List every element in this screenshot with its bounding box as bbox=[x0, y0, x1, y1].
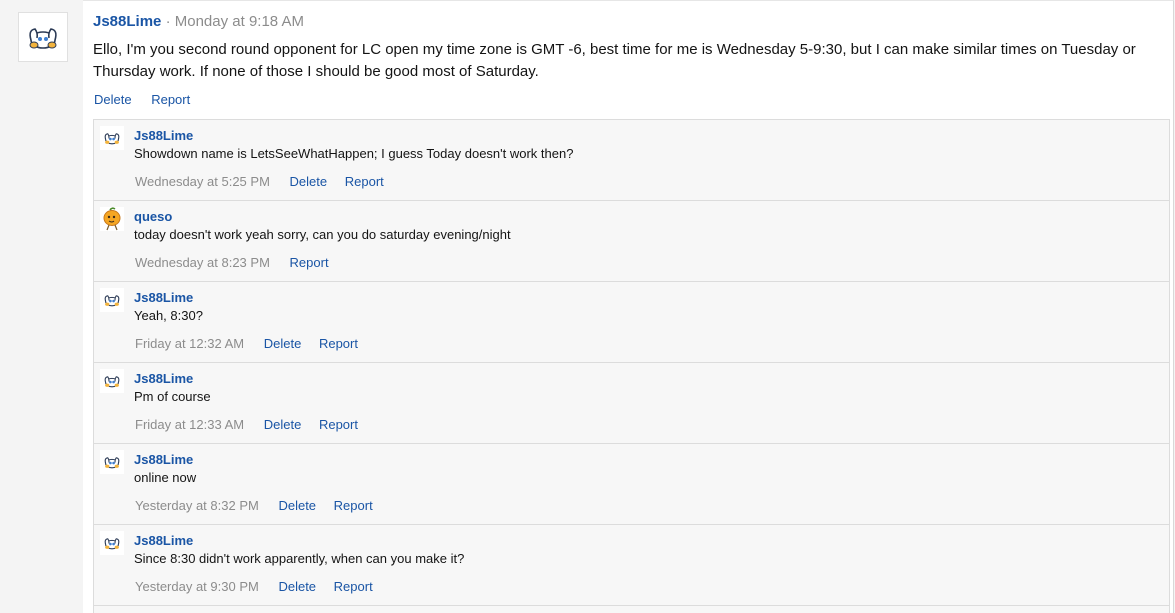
comment-text: online now bbox=[134, 470, 197, 485]
post-report-link[interactable]: Report bbox=[151, 92, 190, 107]
comment-meta: Friday at 12:33 AM Delete Report bbox=[135, 417, 372, 432]
comment-timestamp[interactable]: Friday at 12:32 AM bbox=[135, 336, 244, 351]
comment-username[interactable]: Js88Lime bbox=[134, 452, 193, 467]
comment-timestamp[interactable]: Friday at 12:33 AM bbox=[135, 417, 244, 432]
comment-username[interactable]: Js88Lime bbox=[134, 371, 193, 386]
comment-avatar[interactable] bbox=[100, 450, 124, 474]
comment-avatar[interactable] bbox=[100, 126, 124, 150]
comment-report-link[interactable]: Report bbox=[319, 336, 358, 351]
post-timestamp[interactable]: Monday at 9:18 AM bbox=[175, 13, 304, 30]
comment-meta: Friday at 12:32 AM Delete Report bbox=[135, 336, 372, 351]
comment-text: Yeah, 8:30? bbox=[134, 308, 203, 323]
comment-avatar[interactable] bbox=[100, 369, 124, 393]
comment-report-link[interactable]: Report bbox=[334, 498, 373, 513]
comment-report-link[interactable]: Report bbox=[334, 579, 373, 594]
post-body-text: Ello, I'm you second round opponent for … bbox=[93, 41, 1136, 80]
header-separator: · bbox=[165, 13, 171, 30]
comment-username[interactable]: queso bbox=[134, 209, 172, 224]
cartoon-creature-avatar-icon bbox=[104, 133, 120, 145]
comment-timestamp[interactable]: Wednesday at 8:23 PM bbox=[135, 255, 270, 270]
post-author-username[interactable]: Js88Lime bbox=[93, 13, 161, 30]
comment-timestamp[interactable]: Yesterday at 9:30 PM bbox=[135, 579, 259, 594]
comment-username[interactable]: Js88Lime bbox=[134, 128, 193, 143]
comment-delete-link[interactable]: Delete bbox=[290, 174, 328, 189]
comment-timestamp[interactable]: Wednesday at 5:25 PM bbox=[135, 174, 270, 189]
comment-report-link[interactable]: Report bbox=[319, 417, 358, 432]
comment-username[interactable]: Js88Lime bbox=[134, 290, 193, 305]
post-header: Js88Lime · Monday at 9:18 AM bbox=[93, 13, 304, 30]
comment-item: queso today doesn't work yeah sorry, can… bbox=[94, 201, 1169, 282]
comment-avatar[interactable] bbox=[100, 288, 124, 312]
orange-creature-avatar-icon bbox=[103, 207, 121, 231]
comment-text: Showdown name is LetsSeeWhatHappen; I gu… bbox=[134, 146, 574, 161]
comment-item: Js88Lime Since 8:30 didn't work apparent… bbox=[94, 525, 1169, 606]
cartoon-creature-avatar-icon bbox=[104, 376, 120, 388]
comment-username[interactable]: Js88Lime bbox=[134, 533, 193, 548]
comment-delete-link[interactable]: Delete bbox=[264, 336, 302, 351]
post-actions: Delete Report bbox=[94, 92, 206, 107]
comment-meta: Wednesday at 8:23 PM Report bbox=[135, 255, 343, 270]
left-gutter bbox=[0, 0, 83, 612]
comment-delete-link[interactable]: Delete bbox=[278, 498, 316, 513]
comment-delete-link[interactable]: Delete bbox=[264, 417, 302, 432]
cartoon-creature-avatar-icon bbox=[104, 538, 120, 550]
comment-item: Js88Lime Showdown name is LetsSeeWhatHap… bbox=[94, 120, 1169, 201]
comment-timestamp[interactable]: Yesterday at 8:32 PM bbox=[135, 498, 259, 513]
comment-list: Js88Lime Showdown name is LetsSeeWhatHap… bbox=[93, 119, 1170, 613]
comment-avatar[interactable] bbox=[100, 207, 124, 231]
comment-avatar[interactable] bbox=[100, 531, 124, 555]
comment-item: Js88Lime Pm of course Friday at 12:33 AM… bbox=[94, 363, 1169, 444]
comment-delete-link[interactable]: Delete bbox=[278, 579, 316, 594]
comment-text: Pm of course bbox=[134, 389, 211, 404]
comment-meta: Wednesday at 5:25 PM Delete Report bbox=[135, 174, 398, 189]
post-author-avatar[interactable] bbox=[18, 12, 68, 62]
cartoon-creature-avatar-icon bbox=[104, 295, 120, 307]
comment-meta: Yesterday at 8:32 PM Delete Report bbox=[135, 498, 387, 513]
comment-text: today doesn't work yeah sorry, can you d… bbox=[134, 227, 511, 242]
comment-report-link[interactable]: Report bbox=[345, 174, 384, 189]
post-delete-link[interactable]: Delete bbox=[94, 92, 132, 107]
comment-item: Js88Lime Yeah, 8:30? Friday at 12:32 AM … bbox=[94, 282, 1169, 363]
comment-meta: Yesterday at 9:30 PM Delete Report bbox=[135, 579, 387, 594]
comment-text: Since 8:30 didn't work apparently, when … bbox=[134, 551, 465, 566]
comment-report-link[interactable]: Report bbox=[290, 255, 329, 270]
cartoon-creature-avatar-icon bbox=[104, 457, 120, 469]
cartoon-creature-avatar-icon bbox=[29, 28, 57, 49]
comment-item: Js88Lime online now Yesterday at 8:32 PM… bbox=[94, 444, 1169, 525]
